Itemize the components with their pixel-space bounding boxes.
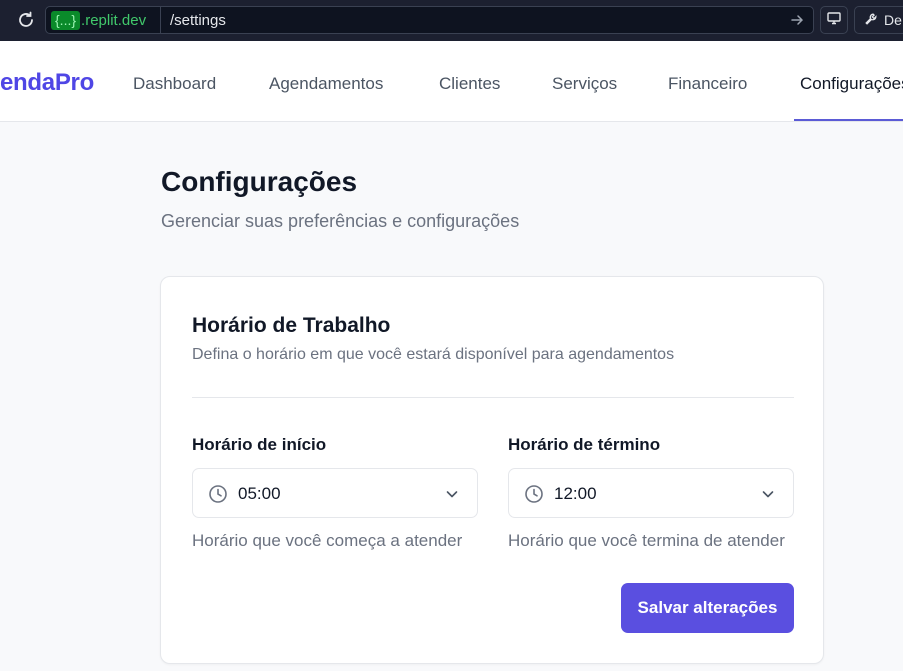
nav-servicos[interactable]: Serviços (552, 74, 617, 94)
url-divider (160, 7, 161, 33)
chevron-down-icon (444, 486, 460, 502)
nav-agendamentos[interactable]: Agendamentos (269, 74, 383, 94)
start-time-value: 05:00 (238, 484, 281, 503)
end-time-value: 12:00 (554, 484, 597, 503)
devtools-button[interactable] (820, 6, 848, 34)
nav-financeiro[interactable]: Financeiro (668, 74, 747, 94)
url-badge: {...} (51, 11, 81, 30)
address-bar[interactable]: {...} .replit.dev /settings (45, 6, 814, 34)
page-title: Configurações (161, 166, 358, 197)
dev-button-label: De (884, 12, 902, 28)
nav-configuracoes[interactable]: Configurações (800, 74, 903, 94)
start-time-hint: Horário que você começa a atender (192, 531, 463, 550)
active-tab-indicator (794, 119, 903, 121)
start-time-select[interactable]: 05:00 (192, 468, 478, 518)
card-divider (192, 397, 794, 398)
browser-toolbar: {...} .replit.dev /settings De (0, 0, 903, 41)
end-time-label: Horário de término (508, 435, 661, 454)
save-button[interactable]: Salvar alterações (621, 583, 794, 633)
card-description: Defina o horário em que você estará disp… (192, 346, 675, 363)
url-path[interactable]: /settings (170, 12, 226, 29)
end-time-select[interactable]: 12:00 (508, 468, 794, 518)
nav-dashboard[interactable]: Dashboard (133, 74, 216, 94)
url-host: {...} .replit.dev (51, 11, 146, 30)
monitor-icon (826, 10, 842, 31)
wrench-icon (864, 12, 878, 29)
brand-logo[interactable]: endaPro (0, 69, 94, 97)
app-navbar: endaPro Dashboard Agendamentos Clientes … (0, 41, 903, 122)
chevron-down-icon (760, 486, 776, 502)
card-title: Horário de Trabalho (192, 314, 391, 337)
dev-button[interactable]: De (854, 6, 903, 34)
start-time-label: Horário de início (192, 435, 327, 454)
arrow-right-icon[interactable] (789, 12, 805, 28)
working-hours-card: Horário de Trabalho Defina o horário em … (160, 276, 824, 664)
clock-icon (524, 484, 544, 504)
clock-icon (208, 484, 228, 504)
page-subtitle: Gerenciar suas preferências e configuraç… (161, 211, 520, 231)
url-domain: .replit.dev (81, 12, 147, 29)
end-time-hint: Horário que você termina de atender (508, 531, 785, 550)
reload-icon[interactable] (14, 8, 38, 32)
nav-clientes[interactable]: Clientes (439, 74, 500, 94)
